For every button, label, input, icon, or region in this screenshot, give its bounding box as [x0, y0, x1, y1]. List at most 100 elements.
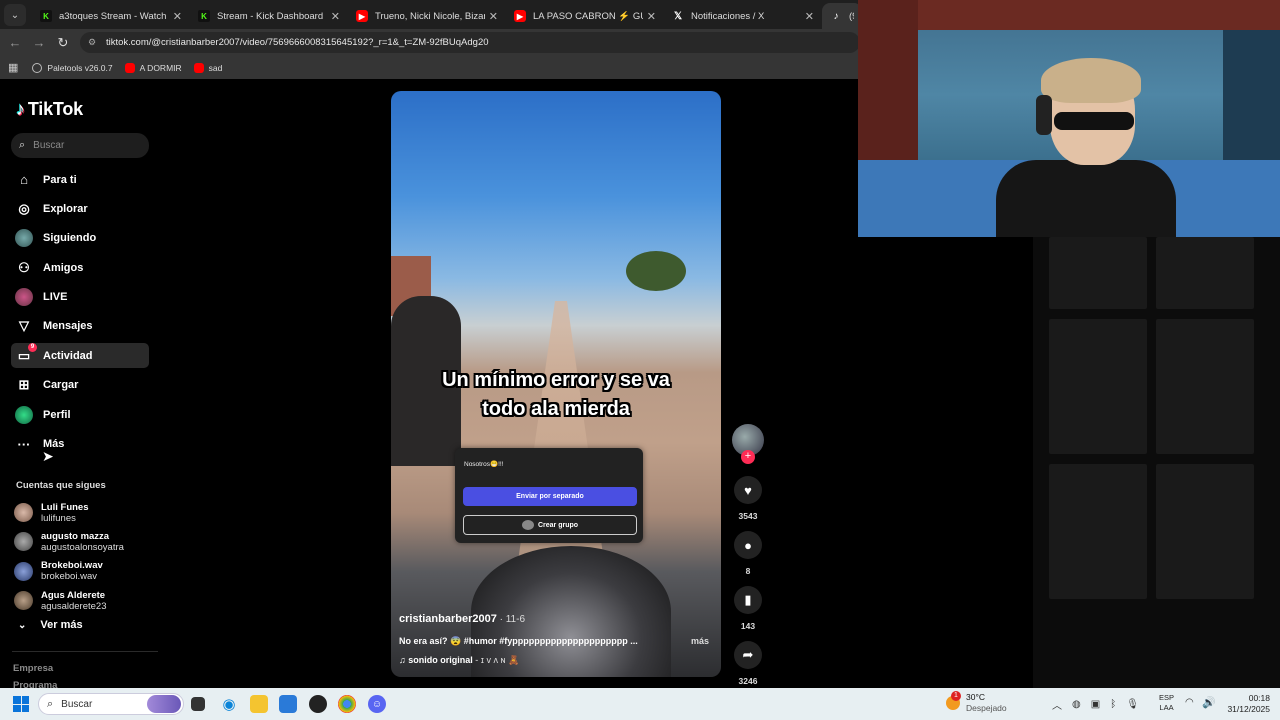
discord-icon[interactable]: ☺: [368, 695, 386, 713]
search-input[interactable]: ⌕ Buscar: [11, 133, 149, 158]
weather-condition: Despejado: [966, 703, 1007, 713]
language-indicator[interactable]: ESP LAA: [1159, 693, 1174, 713]
following-account[interactable]: Luli Funes lulifunes: [14, 498, 154, 527]
windows-start-icon[interactable]: [13, 696, 29, 712]
follow-plus-icon[interactable]: +: [741, 450, 755, 464]
sidebar-item-siguiendo[interactable]: Siguiendo: [11, 226, 149, 251]
account-name: augusto mazza: [41, 530, 110, 542]
microphone-icon[interactable]: 🎙: [1126, 699, 1139, 710]
task-view-icon[interactable]: [191, 697, 205, 711]
close-tab-icon[interactable]: ✕: [647, 10, 656, 23]
see-more-button[interactable]: ⌄ Ver más: [18, 619, 83, 631]
close-tab-icon[interactable]: ✕: [805, 10, 814, 23]
bookmark-icon[interactable]: ▮: [734, 586, 762, 614]
create-group-label: Crear grupo: [537, 521, 579, 529]
sidebar-item-mensajes[interactable]: ▽ Mensajes: [11, 314, 149, 339]
file-explorer-icon[interactable]: [250, 695, 268, 713]
home-icon: ⌂: [20, 172, 28, 187]
thumbnail-placeholder: [1049, 319, 1147, 454]
footer-link-empresa[interactable]: Empresa: [13, 663, 53, 674]
video-music[interactable]: ♫ sonido original - ɪ ᴠ ʌ ɴ 🧸: [399, 655, 519, 666]
edge-icon[interactable]: ◉: [220, 695, 238, 713]
weather-widget[interactable]: 1 30°C Despejado: [946, 691, 1007, 714]
bookmark-item[interactable]: Paletools v26.0.7: [32, 62, 113, 73]
chevron-down-icon: ⌄: [18, 619, 27, 631]
apps-icon[interactable]: ▦: [8, 61, 18, 74]
bookmark-item[interactable]: A DORMIR: [124, 62, 182, 73]
video-author[interactable]: cristianbarber2007 · 11-6: [399, 613, 525, 625]
sidebar-item-mas[interactable]: ··· Más: [11, 432, 149, 457]
back-icon[interactable]: ←: [3, 35, 27, 50]
close-tab-icon[interactable]: ✕: [173, 10, 182, 23]
share-action[interactable]: ➦ 3246: [731, 641, 765, 686]
sidebar-item-live[interactable]: LIVE: [11, 285, 149, 310]
sidebar-item-para-ti[interactable]: ⌂ Para ti: [11, 167, 149, 192]
video-player[interactable]: Un mínimo error y se va todo ala mierda …: [391, 91, 721, 677]
taskbar-search[interactable]: ⌕ Buscar: [38, 693, 184, 715]
language-code: ESP: [1159, 693, 1175, 702]
wifi-icon[interactable]: ◠: [1185, 697, 1194, 708]
send-separately-button[interactable]: Enviar por separado: [463, 487, 637, 506]
comment-action[interactable]: ● 8: [731, 531, 765, 576]
upload-icon: ⊞: [18, 377, 30, 393]
like-count: 3543: [738, 511, 758, 521]
browser-tab[interactable]: ▶ LA PASO CABRON ⚡ GUARACHA ✕: [506, 3, 664, 29]
site-info-icon[interactable]: ⚙: [88, 37, 100, 49]
store-icon[interactable]: [279, 695, 297, 713]
volume-icon[interactable]: 🔊: [1202, 696, 1216, 709]
sidebar-item-perfil[interactable]: Perfil: [11, 402, 149, 427]
x-icon: 𝕏: [673, 10, 683, 22]
heart-icon[interactable]: ♥: [734, 476, 762, 504]
following-account[interactable]: Agus Alderete agusalderete23: [14, 586, 154, 615]
following-account[interactable]: augusto mazza augustoalonsoyatra: [14, 527, 154, 556]
taskbar-search-placeholder: Buscar: [61, 698, 93, 710]
profile-avatar: [15, 405, 33, 424]
following-avatar: [15, 229, 33, 248]
chevron-up-icon[interactable]: ︿: [1052, 697, 1062, 712]
music-title: sonido original: [408, 655, 473, 665]
tab-search-button[interactable]: ⌄: [4, 4, 26, 26]
search-icon: ⌕: [19, 139, 26, 151]
sidebar-item-explorar[interactable]: ◎ Explorar: [11, 196, 149, 221]
thumbnail-placeholder: [1156, 319, 1254, 454]
bluetooth-icon[interactable]: ᛒ: [1110, 699, 1116, 710]
sidebar-item-actividad[interactable]: ▭ 9 Actividad: [11, 342, 149, 369]
youtube-icon: ▶: [356, 10, 368, 22]
close-tab-icon[interactable]: ✕: [331, 10, 340, 23]
bookmark-action[interactable]: ▮ 143: [731, 586, 765, 631]
forward-icon[interactable]: →: [27, 35, 51, 50]
bookmark-item[interactable]: sad: [193, 62, 222, 73]
like-action[interactable]: ♥ 3543: [731, 476, 765, 521]
weather-badge: 1: [951, 691, 961, 701]
sidebar-item-amigos[interactable]: ⚇ Amigos: [11, 255, 149, 280]
youtube-icon: ▶: [514, 10, 526, 22]
weather-icon: 1: [946, 691, 961, 710]
chrome-icon[interactable]: [338, 695, 356, 713]
browser-tab-active[interactable]: ♪ (9)No: [822, 3, 862, 29]
share-icon[interactable]: ➦: [734, 641, 762, 669]
app-tray-icon[interactable]: ▣: [1091, 699, 1100, 710]
comment-icon[interactable]: ●: [734, 531, 762, 559]
address-bar[interactable]: ⚙ tiktok.com/@cristianbarber2007/video/7…: [80, 32, 860, 53]
more-link[interactable]: más: [691, 636, 709, 646]
tiktok-icon: ♪: [833, 10, 839, 22]
app-icon[interactable]: [309, 695, 327, 713]
tiktok-logo[interactable]: ♪ TikTok: [16, 99, 83, 120]
search-icon: ⌕: [47, 697, 54, 710]
network-app-icon[interactable]: ◍: [1072, 699, 1081, 710]
browser-tab[interactable]: ▶ Trueno, Nicki Nicole, Bizarrap - ... ✕: [348, 3, 506, 29]
browser-tab[interactable]: 𝕏 Notificaciones / X ✕: [664, 3, 822, 29]
creator-avatar[interactable]: +: [732, 424, 764, 464]
following-account[interactable]: Brokeboi.wav brokeboi.wav: [14, 557, 154, 586]
create-group-button[interactable]: Crear grupo: [463, 515, 637, 535]
browser-tab[interactable]: K Stream - Kick Dashboard ✕: [190, 3, 348, 29]
close-tab-icon[interactable]: ✕: [489, 10, 498, 23]
sidebar-item-cargar[interactable]: ⊞ Cargar: [11, 373, 149, 398]
reload-icon[interactable]: ↻: [51, 35, 75, 51]
clock[interactable]: 00:18 31/12/2025: [1224, 693, 1270, 715]
send-icon: ▽: [19, 318, 29, 334]
webcam-person-hair: [1041, 58, 1141, 103]
clock-date: 31/12/2025: [1227, 704, 1270, 714]
browser-tab[interactable]: K a3toques Stream - Watch Live on ✕: [32, 3, 190, 29]
kick-icon: K: [40, 10, 52, 22]
